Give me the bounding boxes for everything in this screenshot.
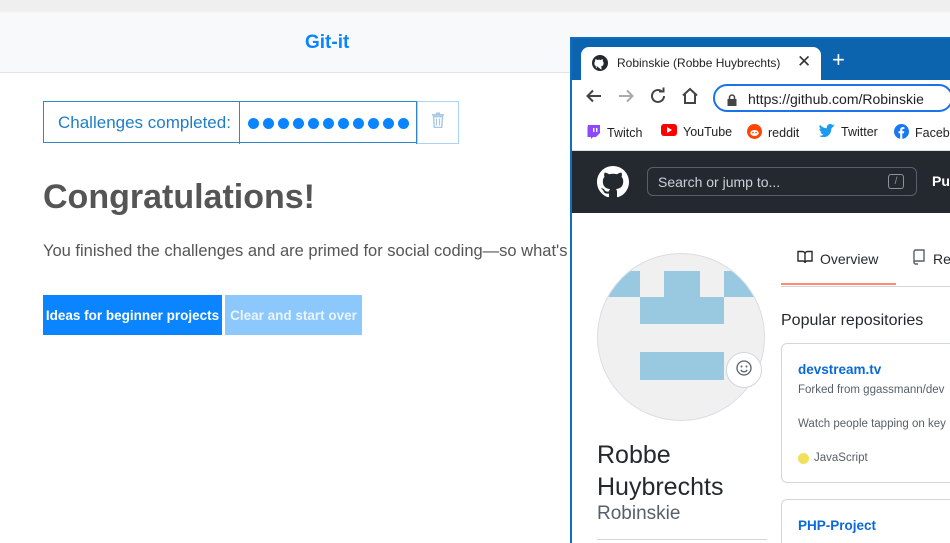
bookmark-facebook[interactable]: Facebo [894,124,950,142]
completed-challenge-dot [322,117,334,129]
set-status-button[interactable] [726,352,762,388]
bookmark-twitter[interactable]: Twitter [818,124,878,140]
bookmark-twitch[interactable]: Twitch [586,124,642,142]
new-tab-icon[interactable]: + [832,49,845,71]
avatar[interactable] [597,253,765,421]
smiley-icon [736,359,752,381]
completed-challenge-dot [307,117,319,129]
bookmark-label: YouTube [683,124,733,139]
bookmark-label: reddit [768,126,800,140]
repo-description: Watch people tapping on key [798,418,946,430]
popular-repos-heading: Popular repositories [781,312,924,329]
language-label: JavaScript [814,452,868,464]
clear-start-over-button[interactable]: Clear and start over [225,295,362,335]
slash-shortcut-key: / [888,174,904,189]
identicon-image [598,271,764,380]
github-header: Search or jump to... / Pul [572,151,950,213]
facebook-icon [894,124,909,142]
counter-label: Challenges completed: [44,102,240,144]
browser-toolbar: https://github.com/Robinskie [572,80,950,116]
url-text: https://github.com/Robinskie [748,91,924,107]
bookmarks-bar: Twitch YouTube reddit Twitter Facebo [572,116,950,151]
repo-card: devstream.tv Forked from ggassmann/dev W… [781,343,950,483]
completed-dots [240,102,417,144]
window-top-strip [0,0,950,12]
clear-progress-button[interactable] [417,101,459,144]
bookmark-label: Twitter [841,125,878,139]
close-tab-icon[interactable]: ✕ [797,52,811,72]
twitch-icon [586,124,601,142]
completed-challenge-dot [337,117,349,129]
lock-icon [727,93,737,111]
bookmark-label: Twitch [607,126,643,140]
ideas-button[interactable]: Ideas for beginner projects [43,295,222,335]
completed-challenge-dot [397,117,409,129]
completed-challenge-dot [352,117,364,129]
profile-divider [597,539,767,540]
book-icon [797,249,813,268]
completed-challenge-dot [262,117,274,129]
youtube-icon [661,124,677,139]
github-logo-icon[interactable] [597,166,629,203]
tab-repositories[interactable]: Re [912,249,950,268]
github-favicon-icon [592,55,608,76]
completed-challenge-dot [367,117,379,129]
back-arrow-icon[interactable] [585,87,603,110]
profile-tabs: Overview Re [781,235,950,287]
github-search-input[interactable]: Search or jump to... / [647,167,917,196]
browser-window: Robinskie (Robbe Huybrechts) ✕ + https:/… [570,37,950,543]
twitter-icon [818,124,835,140]
challenge-counter: Challenges completed: [43,101,418,144]
home-icon[interactable] [681,87,699,110]
browser-tab[interactable]: Robinskie (Robbe Huybrechts) ✕ [581,47,821,80]
app-title: Git-it [305,32,350,53]
tab-title: Robinskie (Robbe Huybrechts) [617,56,781,70]
completed-challenge-dot [292,117,304,129]
reddit-icon [747,124,762,142]
profile-fullname: Robbe Huybrechts [597,441,724,501]
repo-card: PHP-Project [781,499,950,543]
completed-challenge-dot [382,117,394,129]
bookmark-reddit[interactable]: reddit [747,124,799,142]
completed-challenge-dot [277,117,289,129]
search-placeholder: Search or jump to... [658,174,781,190]
language-color-dot [798,452,809,464]
pull-requests-link[interactable]: Pul [932,173,950,189]
bookmark-youtube[interactable]: YouTube [661,124,732,139]
tab-label: Overview [820,250,879,267]
reload-icon[interactable] [649,87,667,110]
completed-challenge-dot [247,117,259,129]
trash-icon [431,112,445,133]
tabs-divider [781,286,950,287]
active-tab-underline [781,283,896,285]
tab-label: Re [933,250,950,267]
congratulations-heading: Congratulations! [43,178,315,216]
address-bar[interactable]: https://github.com/Robinskie [713,84,950,112]
repo-link[interactable]: devstream.tv [798,362,881,377]
repo-fork-note: Forked from ggassmann/dev [798,384,945,396]
repo-icon [912,249,926,268]
forward-arrow-icon[interactable] [617,87,635,110]
repo-link[interactable]: PHP-Project [798,518,876,533]
repo-language: JavaScript [798,452,868,464]
bookmark-label: Facebo [915,126,950,140]
tab-overview[interactable]: Overview [797,249,878,268]
profile-username: Robinskie [597,503,681,524]
tab-strip: Robinskie (Robbe Huybrechts) ✕ + [572,39,950,80]
completion-message: You finished the challenges and are prim… [43,242,568,260]
